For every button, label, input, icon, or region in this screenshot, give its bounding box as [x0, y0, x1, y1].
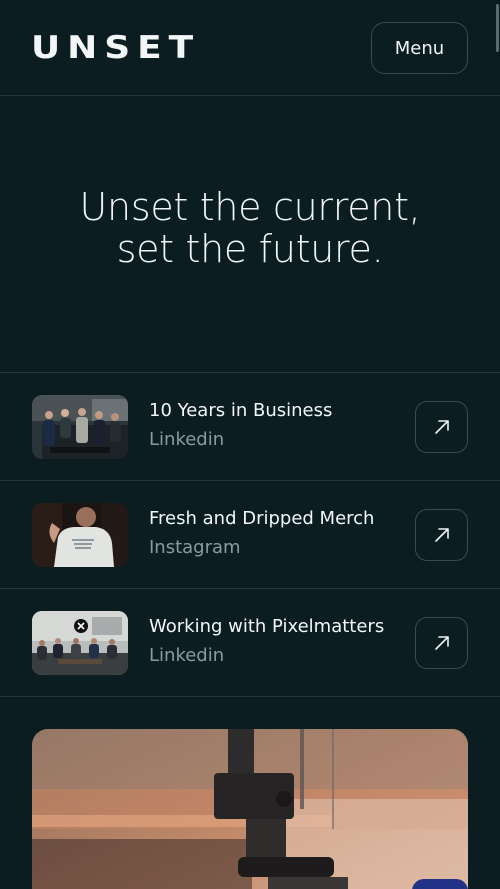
list-item[interactable]: Fresh and Dripped Merch Instagram: [0, 481, 500, 589]
menu-button[interactable]: Menu: [371, 22, 468, 74]
post-list: 10 Years in Business Linkedin Fresh and …: [0, 372, 500, 697]
post-title: Fresh and Dripped Merch: [149, 508, 375, 529]
team-photo-thumbnail: [32, 395, 128, 459]
open-post-button[interactable]: [415, 617, 468, 669]
post-source: Linkedin: [149, 429, 225, 450]
open-post-button[interactable]: [415, 401, 468, 453]
hero-line-1: Unset the current,: [79, 185, 421, 229]
merch-photo-thumbnail: [32, 503, 128, 567]
scrollbar[interactable]: [496, 4, 499, 52]
hero-line-2: set the future.: [116, 227, 384, 271]
post-title: 10 Years in Business: [149, 400, 333, 421]
site-header: UNSET Menu: [0, 0, 500, 96]
post-title: Working with Pixelmatters: [149, 616, 385, 637]
page: UNSET Menu Unset the current, set the fu…: [0, 0, 500, 889]
post-source: Linkedin: [149, 645, 225, 666]
arrow-up-right-icon: [434, 420, 449, 434]
list-item[interactable]: 10 Years in Business Linkedin: [0, 373, 500, 481]
post-source: Instagram: [149, 537, 241, 558]
logo[interactable]: UNSET: [31, 33, 200, 64]
arrow-up-right-icon: [434, 636, 449, 650]
featured-image: [32, 729, 468, 889]
open-post-button[interactable]: [415, 509, 468, 561]
meeting-photo-thumbnail: [32, 611, 128, 675]
arrow-up-right-icon: [434, 528, 449, 542]
hero-heading: Unset the current, set the future.: [0, 186, 500, 270]
list-item[interactable]: Working with Pixelmatters Linkedin: [0, 589, 500, 697]
